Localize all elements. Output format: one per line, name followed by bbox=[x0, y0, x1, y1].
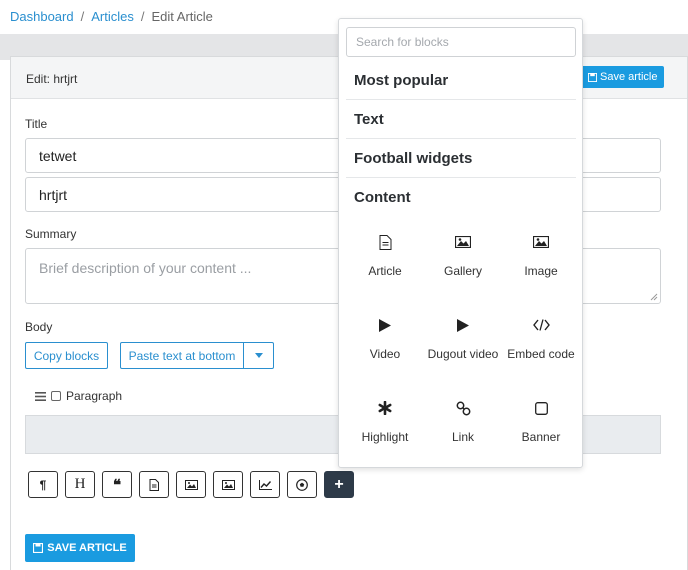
gallery-icon bbox=[455, 236, 471, 248]
block-label: Gallery bbox=[443, 264, 482, 278]
category-text[interactable]: Text bbox=[346, 100, 576, 139]
paragraph-checkbox[interactable] bbox=[51, 391, 61, 401]
breadcrumb-current: Edit Article bbox=[151, 9, 213, 24]
category-content[interactable]: Content bbox=[346, 178, 576, 217]
image-block-button[interactable] bbox=[213, 471, 243, 498]
block-video[interactable]: Video bbox=[346, 314, 424, 397]
image-icon bbox=[221, 479, 235, 490]
gallery-block-button[interactable] bbox=[176, 471, 206, 498]
breadcrumb-separator: / bbox=[140, 9, 145, 24]
block-grid: Article Gallery Image Video Dugout video… bbox=[346, 231, 576, 480]
card-title: Edit: hrtjrt bbox=[26, 72, 78, 86]
document-icon bbox=[379, 234, 391, 250]
breadcrumb-dashboard-link[interactable]: Dashboard bbox=[10, 9, 74, 24]
asterisk-icon bbox=[378, 401, 392, 415]
code-icon bbox=[532, 319, 550, 331]
block-picker-popup: Search for blocks Most popular Text Foot… bbox=[338, 18, 583, 468]
title-value: tetwet bbox=[39, 147, 77, 164]
play-icon bbox=[457, 318, 469, 332]
save-article-button-bottom[interactable]: SAVE ARTICLE bbox=[25, 534, 135, 562]
quote-block-button[interactable]: ❝ bbox=[102, 471, 132, 498]
chart-icon bbox=[258, 479, 272, 490]
block-label: Highlight bbox=[361, 430, 409, 444]
football-block-button[interactable] bbox=[287, 471, 317, 498]
block-label: Banner bbox=[521, 430, 561, 444]
block-label: Video bbox=[369, 347, 401, 361]
save-icon bbox=[33, 543, 44, 553]
save-article-bottom-label: SAVE ARTICLE bbox=[47, 542, 127, 554]
body-label: Body bbox=[25, 320, 53, 334]
block-label: Image bbox=[524, 264, 558, 278]
copy-blocks-button[interactable]: Copy blocks bbox=[25, 342, 108, 369]
article-block-button[interactable] bbox=[139, 471, 169, 498]
save-article-button-top[interactable]: Save article bbox=[581, 66, 665, 88]
block-toolbar: ¶ H ❝ + bbox=[28, 471, 354, 498]
drag-handle-icon[interactable] bbox=[35, 391, 46, 401]
block-link[interactable]: Link bbox=[424, 397, 502, 480]
caret-down-icon bbox=[254, 353, 263, 358]
save-article-label: Save article bbox=[600, 71, 658, 83]
paragraph-label: Paragraph bbox=[66, 389, 123, 403]
heading-icon: H bbox=[74, 476, 86, 492]
block-search-placeholder: Search for blocks bbox=[356, 35, 449, 49]
block-label: Embed code bbox=[507, 347, 575, 361]
play-icon bbox=[379, 318, 391, 332]
document-icon bbox=[149, 478, 159, 491]
summary-label: Summary bbox=[25, 227, 77, 241]
paste-options-dropdown[interactable] bbox=[243, 342, 274, 369]
square-icon bbox=[534, 401, 548, 415]
block-label: Link bbox=[451, 430, 474, 444]
chart-block-button[interactable] bbox=[250, 471, 280, 498]
plus-icon: + bbox=[334, 475, 344, 493]
gallery-icon bbox=[184, 479, 198, 490]
block-search-input[interactable]: Search for blocks bbox=[346, 27, 576, 57]
block-label: Article bbox=[368, 264, 402, 278]
pilcrow-icon: ¶ bbox=[39, 477, 47, 492]
resize-handle-icon[interactable] bbox=[650, 293, 658, 301]
image-icon bbox=[533, 236, 549, 248]
paragraph-block-button[interactable]: ¶ bbox=[28, 471, 58, 498]
block-label: Dugout video bbox=[427, 347, 499, 361]
football-icon bbox=[296, 478, 308, 491]
breadcrumb-separator: / bbox=[80, 9, 85, 24]
save-icon bbox=[588, 72, 597, 82]
heading-block-button[interactable]: H bbox=[65, 471, 95, 498]
category-football-widgets[interactable]: Football widgets bbox=[346, 139, 576, 178]
block-highlight[interactable]: Highlight bbox=[346, 397, 424, 480]
category-most-popular[interactable]: Most popular bbox=[346, 61, 576, 100]
block-image[interactable]: Image bbox=[502, 231, 580, 314]
title-label: Title bbox=[25, 117, 48, 131]
block-dugout-video[interactable]: Dugout video bbox=[424, 314, 502, 397]
summary-placeholder: Brief description of your content ... bbox=[39, 260, 252, 276]
block-banner[interactable]: Banner bbox=[502, 397, 580, 480]
paragraph-block-header: Paragraph bbox=[35, 389, 122, 403]
breadcrumb-articles-link[interactable]: Articles bbox=[91, 9, 134, 24]
paste-text-button[interactable]: Paste text at bottom bbox=[120, 342, 244, 369]
quote-icon: ❝ bbox=[112, 476, 122, 494]
breadcrumb: Dashboard / Articles / Edit Article bbox=[10, 9, 213, 24]
block-embed-code[interactable]: Embed code bbox=[502, 314, 580, 397]
block-gallery[interactable]: Gallery bbox=[424, 231, 502, 314]
link-icon bbox=[456, 401, 470, 415]
secondary-title-value: hrtjrt bbox=[39, 186, 67, 203]
block-article[interactable]: Article bbox=[346, 231, 424, 314]
